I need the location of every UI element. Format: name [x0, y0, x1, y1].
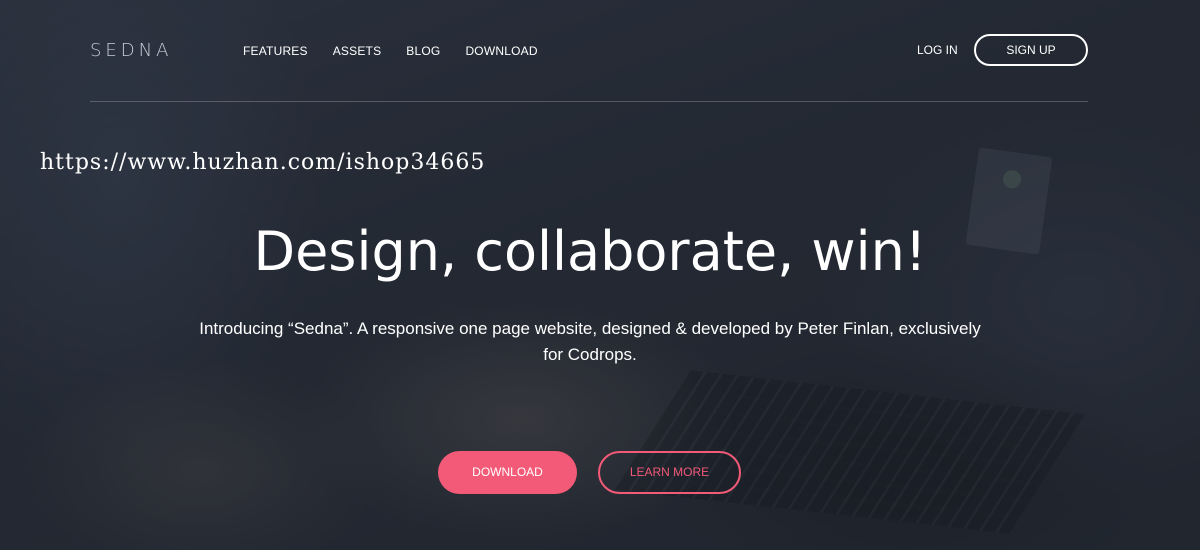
- main-nav: FEATURES ASSETS BLOG DOWNLOAD: [243, 44, 563, 58]
- watermark-url: https://www.huzhan.com/ishop34665: [40, 150, 486, 175]
- hero-title: Design, collaborate, win!: [253, 220, 927, 283]
- header-divider: [90, 101, 1088, 102]
- logo[interactable]: SEDNA: [90, 40, 172, 61]
- hero-subtitle: Introducing “Sedna”. A responsive one pa…: [199, 319, 981, 364]
- signup-button[interactable]: SIGN UP: [974, 34, 1088, 66]
- nav-link-blog[interactable]: BLOG: [406, 44, 440, 58]
- download-button[interactable]: DOWNLOAD: [438, 451, 577, 494]
- login-link[interactable]: LOG IN: [917, 43, 958, 57]
- nav-link-features[interactable]: FEATURES: [243, 44, 308, 58]
- nav-link-download[interactable]: DOWNLOAD: [465, 44, 537, 58]
- learn-more-button[interactable]: LEARN MORE: [598, 451, 741, 494]
- nav-link-assets[interactable]: ASSETS: [333, 44, 382, 58]
- site-header: SEDNA FEATURES ASSETS BLOG DOWNLOAD LOG …: [0, 0, 1200, 102]
